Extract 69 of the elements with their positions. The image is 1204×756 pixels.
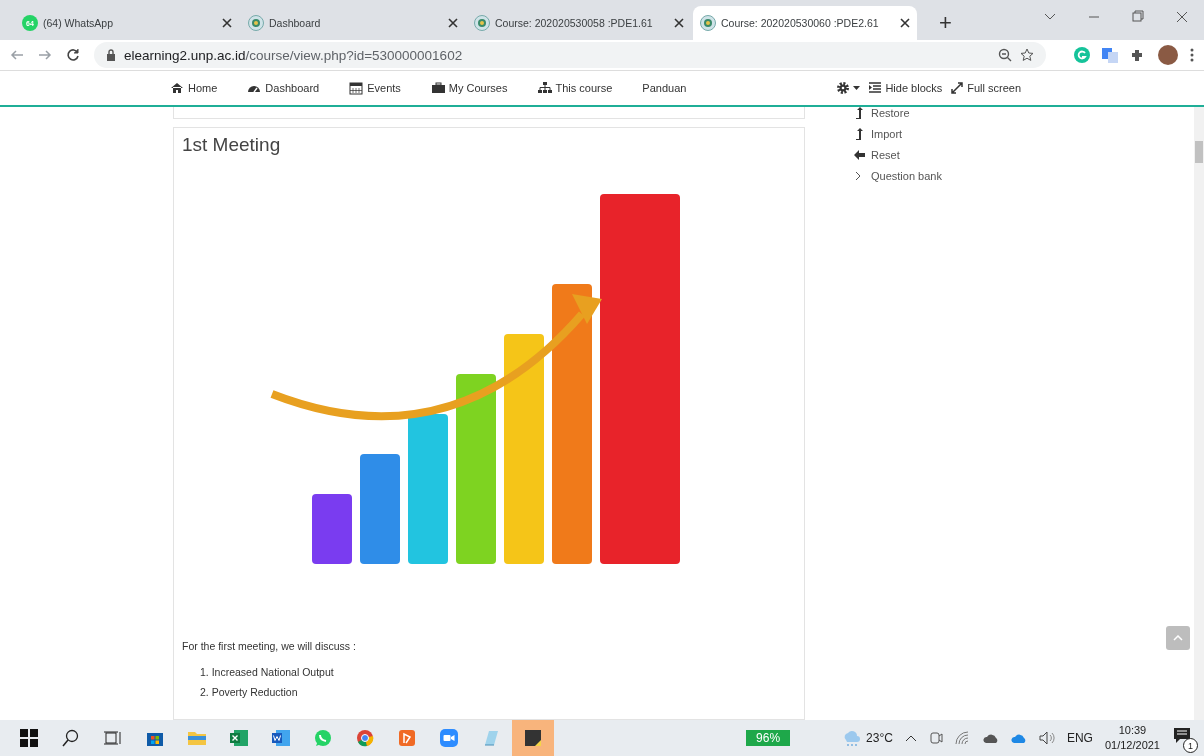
scroll-thumb[interactable] [1195, 141, 1203, 163]
close-icon[interactable] [900, 18, 910, 28]
browser-tab[interactable]: Course: 202020530058 :PDE1.61 [467, 6, 691, 40]
language-indicator[interactable]: ENG [1066, 731, 1093, 745]
tab-title: (64) WhatsApp [43, 17, 115, 29]
clock-date[interactable]: 01/12/2021 [1104, 738, 1160, 753]
close-icon[interactable] [674, 18, 684, 28]
settings-menu[interactable] [836, 81, 861, 95]
emblem-icon [700, 15, 716, 31]
emblem-icon [474, 15, 490, 31]
section-title: 1st Meeting [182, 134, 282, 156]
nav-link[interactable]: Full screen [950, 81, 1022, 95]
url-text: elearning2.unp.ac.id/course/view.php?id=530000001602 [124, 47, 463, 63]
calendar-icon [349, 81, 364, 95]
g-circle-icon[interactable] [1074, 47, 1090, 63]
block-link[interactable]: Import [853, 128, 942, 140]
browser-tab[interactable]: Course: 202020530060 :PDE2.61 [693, 6, 917, 40]
sitemap-icon [537, 81, 552, 95]
settings-icon [836, 81, 851, 95]
nav-link[interactable]: Dashboard [247, 81, 320, 95]
nav-link[interactable]: Panduan [642, 82, 687, 94]
speaker-icon[interactable] [1038, 731, 1055, 745]
nav-link[interactable]: My Courses [430, 81, 508, 95]
close-icon[interactable] [448, 18, 458, 28]
translate-icon[interactable] [1102, 47, 1118, 63]
chevron-up-icon[interactable] [904, 734, 917, 742]
left-arrow-icon [853, 149, 865, 161]
briefcase-icon [430, 81, 445, 95]
nav-link[interactable]: Events [349, 81, 401, 95]
expand-icon [950, 81, 965, 95]
block-link[interactable]: Restore [853, 107, 942, 119]
battery-indicator: 96% [746, 730, 791, 746]
camera-icon[interactable] [928, 730, 943, 746]
upload-icon [853, 128, 865, 140]
sticky-note-icon[interactable] [512, 720, 554, 756]
tab-title: Course: 202020530058 :PDE1.61 [495, 17, 654, 29]
tab-title: Dashboard [269, 17, 322, 29]
address-bar[interactable]: elearning2.unp.ac.id/course/view.php?id=530000001602 [94, 42, 1046, 68]
nav-link[interactable]: Hide blocks [868, 81, 943, 95]
forward-icon[interactable] [38, 48, 52, 62]
tab-title: Course: 202020530060 :PDE2.61 [721, 17, 880, 29]
topic-item: 2. Poverty Reduction [200, 686, 299, 698]
new-tab-button[interactable]: + [939, 12, 952, 34]
list-icon [868, 81, 883, 95]
wifi-icon[interactable] [954, 731, 971, 745]
avatar[interactable] [1158, 45, 1178, 65]
upload-icon [853, 107, 865, 119]
more-icon[interactable] [1190, 48, 1194, 62]
browser-tab[interactable]: Dashboard [241, 6, 465, 40]
reload-icon[interactable] [66, 48, 80, 62]
chevron-up-icon [1173, 635, 1183, 641]
home-icon [170, 81, 184, 95]
intro-text: For the first meeting, we will discuss : [182, 640, 357, 652]
close-icon[interactable] [222, 18, 232, 28]
back-icon[interactable] [10, 48, 24, 62]
clock-time[interactable]: 10:39 [1118, 723, 1147, 738]
zoom-out-icon[interactable] [998, 48, 1012, 62]
nav-link[interactable]: Home [170, 81, 218, 95]
star-icon[interactable] [1020, 48, 1034, 62]
caret-icon [853, 86, 861, 90]
notification-count: 1 [1183, 738, 1198, 753]
lock-icon [106, 49, 116, 61]
block-link[interactable]: Question bank [853, 170, 942, 182]
emblem-icon [248, 15, 264, 31]
scrollbar[interactable] [1194, 107, 1204, 720]
block-link[interactable]: Reset [853, 149, 942, 161]
temperature[interactable]: 23°C [866, 731, 893, 745]
nav-link[interactable]: This course [537, 81, 613, 95]
topic-item: 1. Increased National Output [200, 666, 335, 678]
